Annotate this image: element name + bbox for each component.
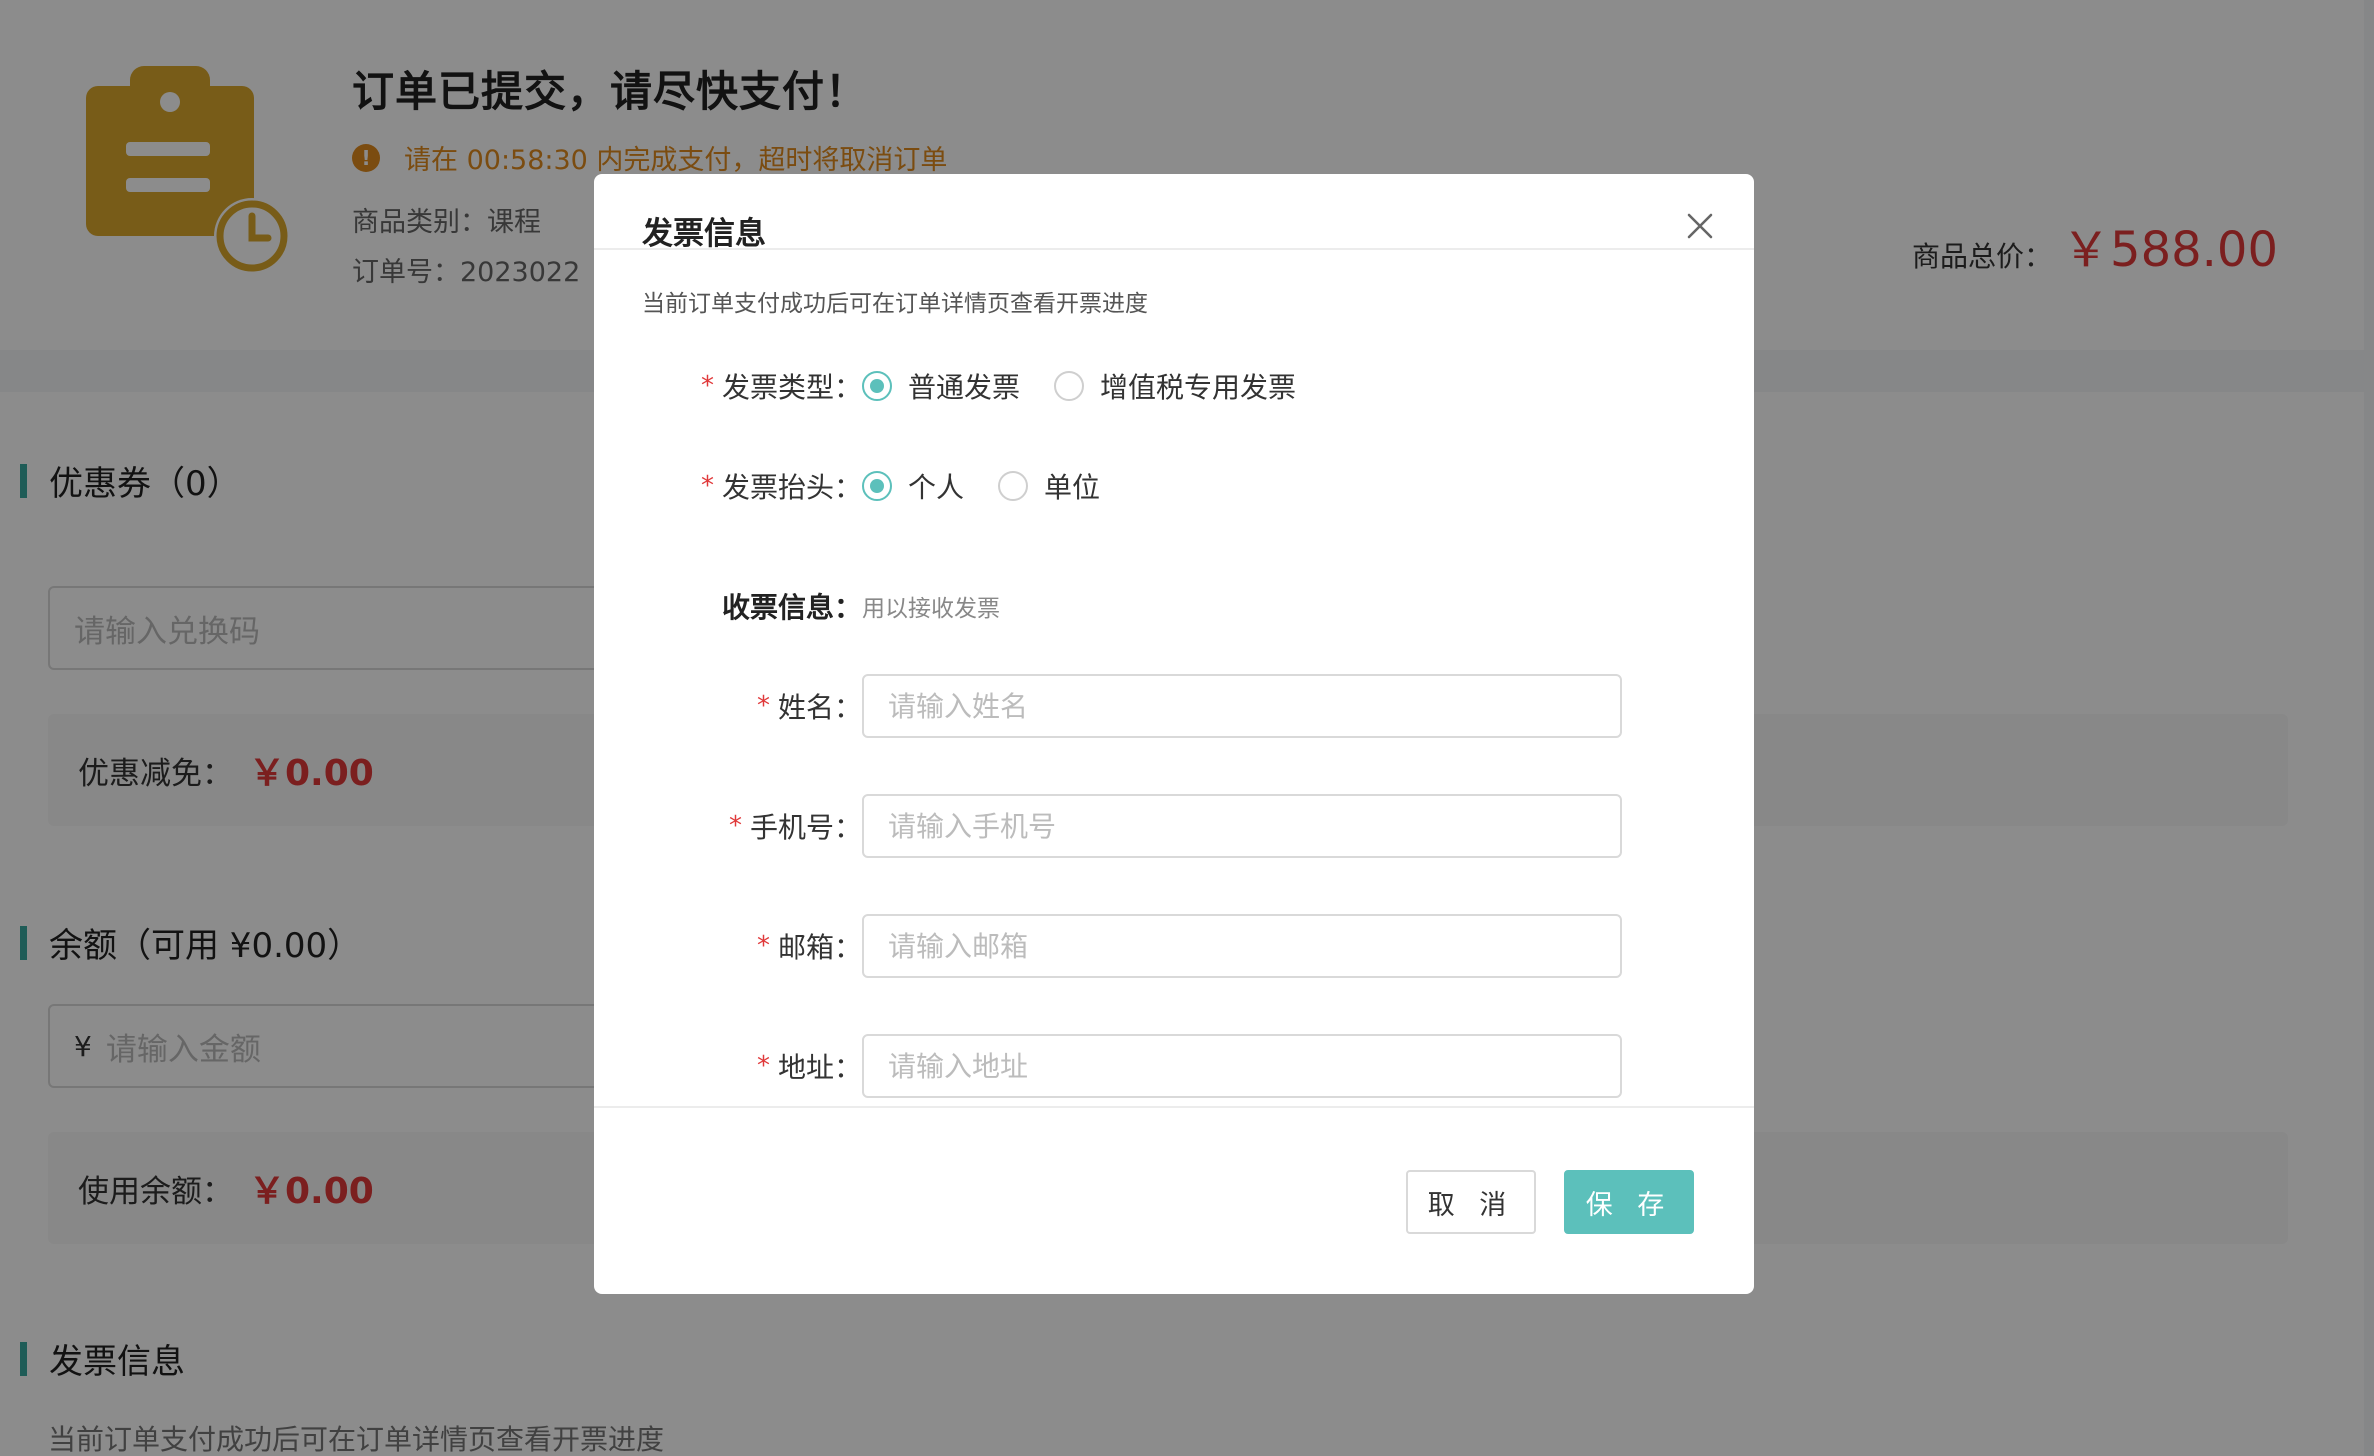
required-mark: *	[756, 931, 770, 961]
address-row: * 地址：	[594, 1034, 1754, 1098]
invoice-type-radio-group: 普通发票 增值税专用发票	[862, 366, 1330, 406]
email-row: * 邮箱：	[594, 914, 1754, 978]
name-control	[862, 674, 1622, 738]
invoice-header-radio-group: 个人 单位	[862, 466, 1134, 506]
name-row: * 姓名：	[594, 674, 1754, 738]
radio-vat-invoice[interactable]: 增值税专用发票	[1054, 366, 1296, 406]
dialog-title: 发票信息	[642, 216, 766, 252]
email-label-text: 邮箱：	[777, 931, 862, 964]
radio-normal-invoice[interactable]: 普通发票	[862, 366, 1020, 406]
dialog-footer: 取 消 保 存	[594, 1106, 1754, 1294]
invoice-type-label: * 发票类型：	[701, 366, 862, 406]
required-mark: *	[756, 1051, 770, 1081]
radio-label: 个人	[908, 471, 965, 504]
cancel-button[interactable]: 取 消	[1406, 1170, 1536, 1234]
dialog-header: 发票信息	[594, 174, 1754, 252]
phone-input[interactable]	[862, 794, 1622, 858]
phone-label: * 手机号：	[729, 806, 862, 846]
receiver-info-hint: 用以接收发票	[862, 596, 1000, 622]
required-mark: *	[756, 691, 770, 721]
invoice-header-label-text: 发票抬头：	[721, 471, 862, 504]
phone-label-text: 手机号：	[749, 811, 862, 844]
close-icon[interactable]	[1686, 212, 1714, 240]
email-label: * 邮箱：	[757, 926, 862, 966]
email-input[interactable]	[862, 914, 1622, 978]
address-input[interactable]	[862, 1034, 1622, 1098]
radio-company[interactable]: 单位	[998, 466, 1100, 506]
required-mark: *	[728, 811, 742, 841]
required-mark: *	[700, 471, 714, 501]
invoice-header-label: * 发票抬头：	[701, 466, 862, 506]
name-label: * 姓名：	[757, 686, 862, 726]
address-label: * 地址：	[757, 1046, 862, 1086]
radio-label: 普通发票	[908, 371, 1021, 404]
invoice-header-row: * 发票抬头： 个人 单位	[594, 454, 1754, 518]
radio-checked-icon	[862, 471, 892, 501]
dialog-tip: 当前订单支付成功后可在订单详情页查看开票进度	[642, 291, 1148, 317]
radio-personal[interactable]: 个人	[862, 466, 964, 506]
invoice-type-row: * 发票类型： 普通发票 增值税专用发票	[594, 354, 1754, 418]
radio-unchecked-icon	[998, 471, 1029, 501]
invoice-type-label-text: 发票类型：	[721, 371, 862, 404]
radio-checked-icon	[862, 371, 892, 401]
name-input[interactable]	[862, 674, 1622, 738]
receiver-info-hint-wrap: 用以接收发票	[862, 589, 1000, 623]
address-control	[862, 1034, 1622, 1098]
phone-row: * 手机号：	[594, 794, 1754, 858]
radio-label: 单位	[1044, 471, 1101, 504]
receiver-info-label: 收票信息：	[721, 591, 862, 624]
address-label-text: 地址：	[777, 1051, 862, 1084]
required-mark: *	[700, 371, 714, 401]
name-label-text: 姓名：	[777, 691, 862, 724]
radio-label: 增值税专用发票	[1100, 371, 1297, 404]
invoice-dialog: 发票信息 当前订单支付成功后可在订单详情页查看开票进度 * 发票类型： 普通发票…	[594, 174, 1754, 1294]
phone-control	[862, 794, 1622, 858]
email-control	[862, 914, 1622, 978]
save-button[interactable]: 保 存	[1564, 1170, 1694, 1234]
receiver-info-row: 收票信息： 用以接收发票	[594, 574, 1754, 638]
radio-unchecked-icon	[1054, 371, 1085, 401]
